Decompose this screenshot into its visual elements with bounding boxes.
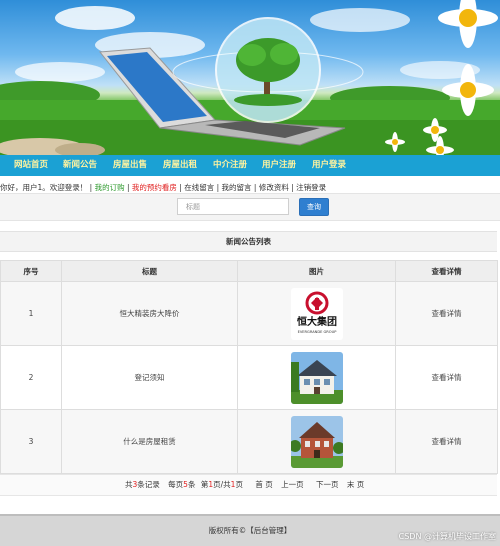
row-title[interactable]: 登记须知 [61, 345, 238, 410]
link-my-viewings[interactable]: 我的预约看房 [132, 183, 177, 192]
evergrande-logo-icon[interactable]: 恒大集团 EVERGRANDE GROUP [290, 287, 343, 340]
row-image-cell [237, 345, 396, 410]
header-banner [0, 0, 500, 155]
nav-news[interactable]: 新闻公告 [63, 155, 97, 176]
house-photo-icon[interactable] [290, 415, 343, 468]
nav-house-sale[interactable]: 房屋出售 [113, 155, 147, 176]
row-title[interactable]: 恒大精装房大降价 [61, 281, 238, 346]
main-nav: 网站首页 新闻公告 房屋出售 房屋出租 中介注册 用户注册 用户登录 [0, 155, 500, 176]
link-my-messages[interactable]: 我的留言 [222, 183, 252, 192]
table-row: 2 登记须知 查看详情 [0, 345, 498, 410]
row-image-cell: 恒大集团 EVERGRANDE GROUP [237, 281, 396, 346]
pager-total-suffix: 条记录 [137, 480, 160, 489]
link-edit-profile[interactable]: 修改资料 [259, 183, 289, 192]
pager-total-prefix: 共 [125, 480, 133, 489]
link-logout[interactable]: 注销登录 [296, 183, 326, 192]
nav-house-rent[interactable]: 房屋出租 [163, 155, 197, 176]
separator: | [253, 183, 257, 192]
row-image-cell [237, 409, 396, 474]
nav-user-login[interactable]: 用户登录 [312, 155, 346, 176]
greeting-text: 你好，用户1。欢迎登录！ [0, 183, 88, 192]
house-photo-icon[interactable] [290, 351, 343, 404]
table-row: 1 恒大精装房大降价 恒大集团 EVERGRANDE GROUP 查看详情 [0, 281, 498, 346]
link-online-message[interactable]: 在线留言 [184, 183, 214, 192]
logo-text: 恒大集团 [297, 315, 337, 328]
separator: | [126, 183, 130, 192]
search-bar: 查询 [0, 193, 500, 221]
news-table: 序号 标题 图片 查看详情 1 恒大精装房大降价 恒大集团 EVERGRANDE… [0, 260, 498, 474]
pager-page-suffix: 页 [235, 480, 243, 489]
row-index: 3 [0, 409, 62, 474]
table-row: 3 什么是房屋租赁 查看详情 [0, 409, 498, 474]
header-detail: 查看详情 [395, 260, 498, 282]
pagination: 共3条记录 每页5条 第1页/共1页 首 页 上一页 下一页 末 页 [0, 474, 497, 496]
pager-per-suffix: 条 [187, 480, 196, 489]
row-title[interactable]: 什么是房屋租赁 [61, 409, 238, 474]
link-my-orders[interactable]: 我的订购 [95, 183, 125, 192]
row-index: 1 [0, 281, 62, 346]
nav-agent-register[interactable]: 中介注册 [213, 155, 247, 176]
nav-home[interactable]: 网站首页 [14, 155, 48, 176]
row-detail-link[interactable]: 查看详情 [395, 281, 498, 346]
separator: | [291, 183, 294, 192]
pager-first-link[interactable]: 首 页 [255, 480, 272, 489]
header-index: 序号 [0, 260, 62, 282]
row-detail-link[interactable]: 查看详情 [395, 409, 498, 474]
footer-copyright: 版权所有©【后台管理】 [208, 526, 292, 535]
pager-next-link[interactable]: 下一页 [316, 480, 339, 489]
separator: | [216, 183, 220, 192]
search-button[interactable]: 查询 [299, 198, 329, 216]
header-image: 图片 [237, 260, 396, 282]
banner-illustration [0, 0, 500, 155]
separator: | [179, 183, 182, 192]
pager-last-link[interactable]: 末 页 [347, 480, 364, 489]
separator: | [89, 183, 93, 192]
header-title: 标题 [61, 260, 238, 282]
pager-page-mid: 页/共 [213, 480, 231, 489]
pager-per-prefix: 每页 [168, 480, 184, 489]
logo-subtext: EVERGRANDE GROUP [297, 330, 337, 334]
watermark-text: CSDN @计算机毕设工作室 [398, 532, 496, 541]
search-input[interactable] [177, 198, 289, 215]
pager-prev-link[interactable]: 上一页 [281, 480, 304, 489]
list-title: 新闻公告列表 [0, 231, 497, 252]
row-index: 2 [0, 345, 62, 410]
nav-user-register[interactable]: 用户注册 [262, 155, 296, 176]
row-detail-link[interactable]: 查看详情 [395, 345, 498, 410]
table-header-row: 序号 标题 图片 查看详情 [0, 260, 498, 282]
